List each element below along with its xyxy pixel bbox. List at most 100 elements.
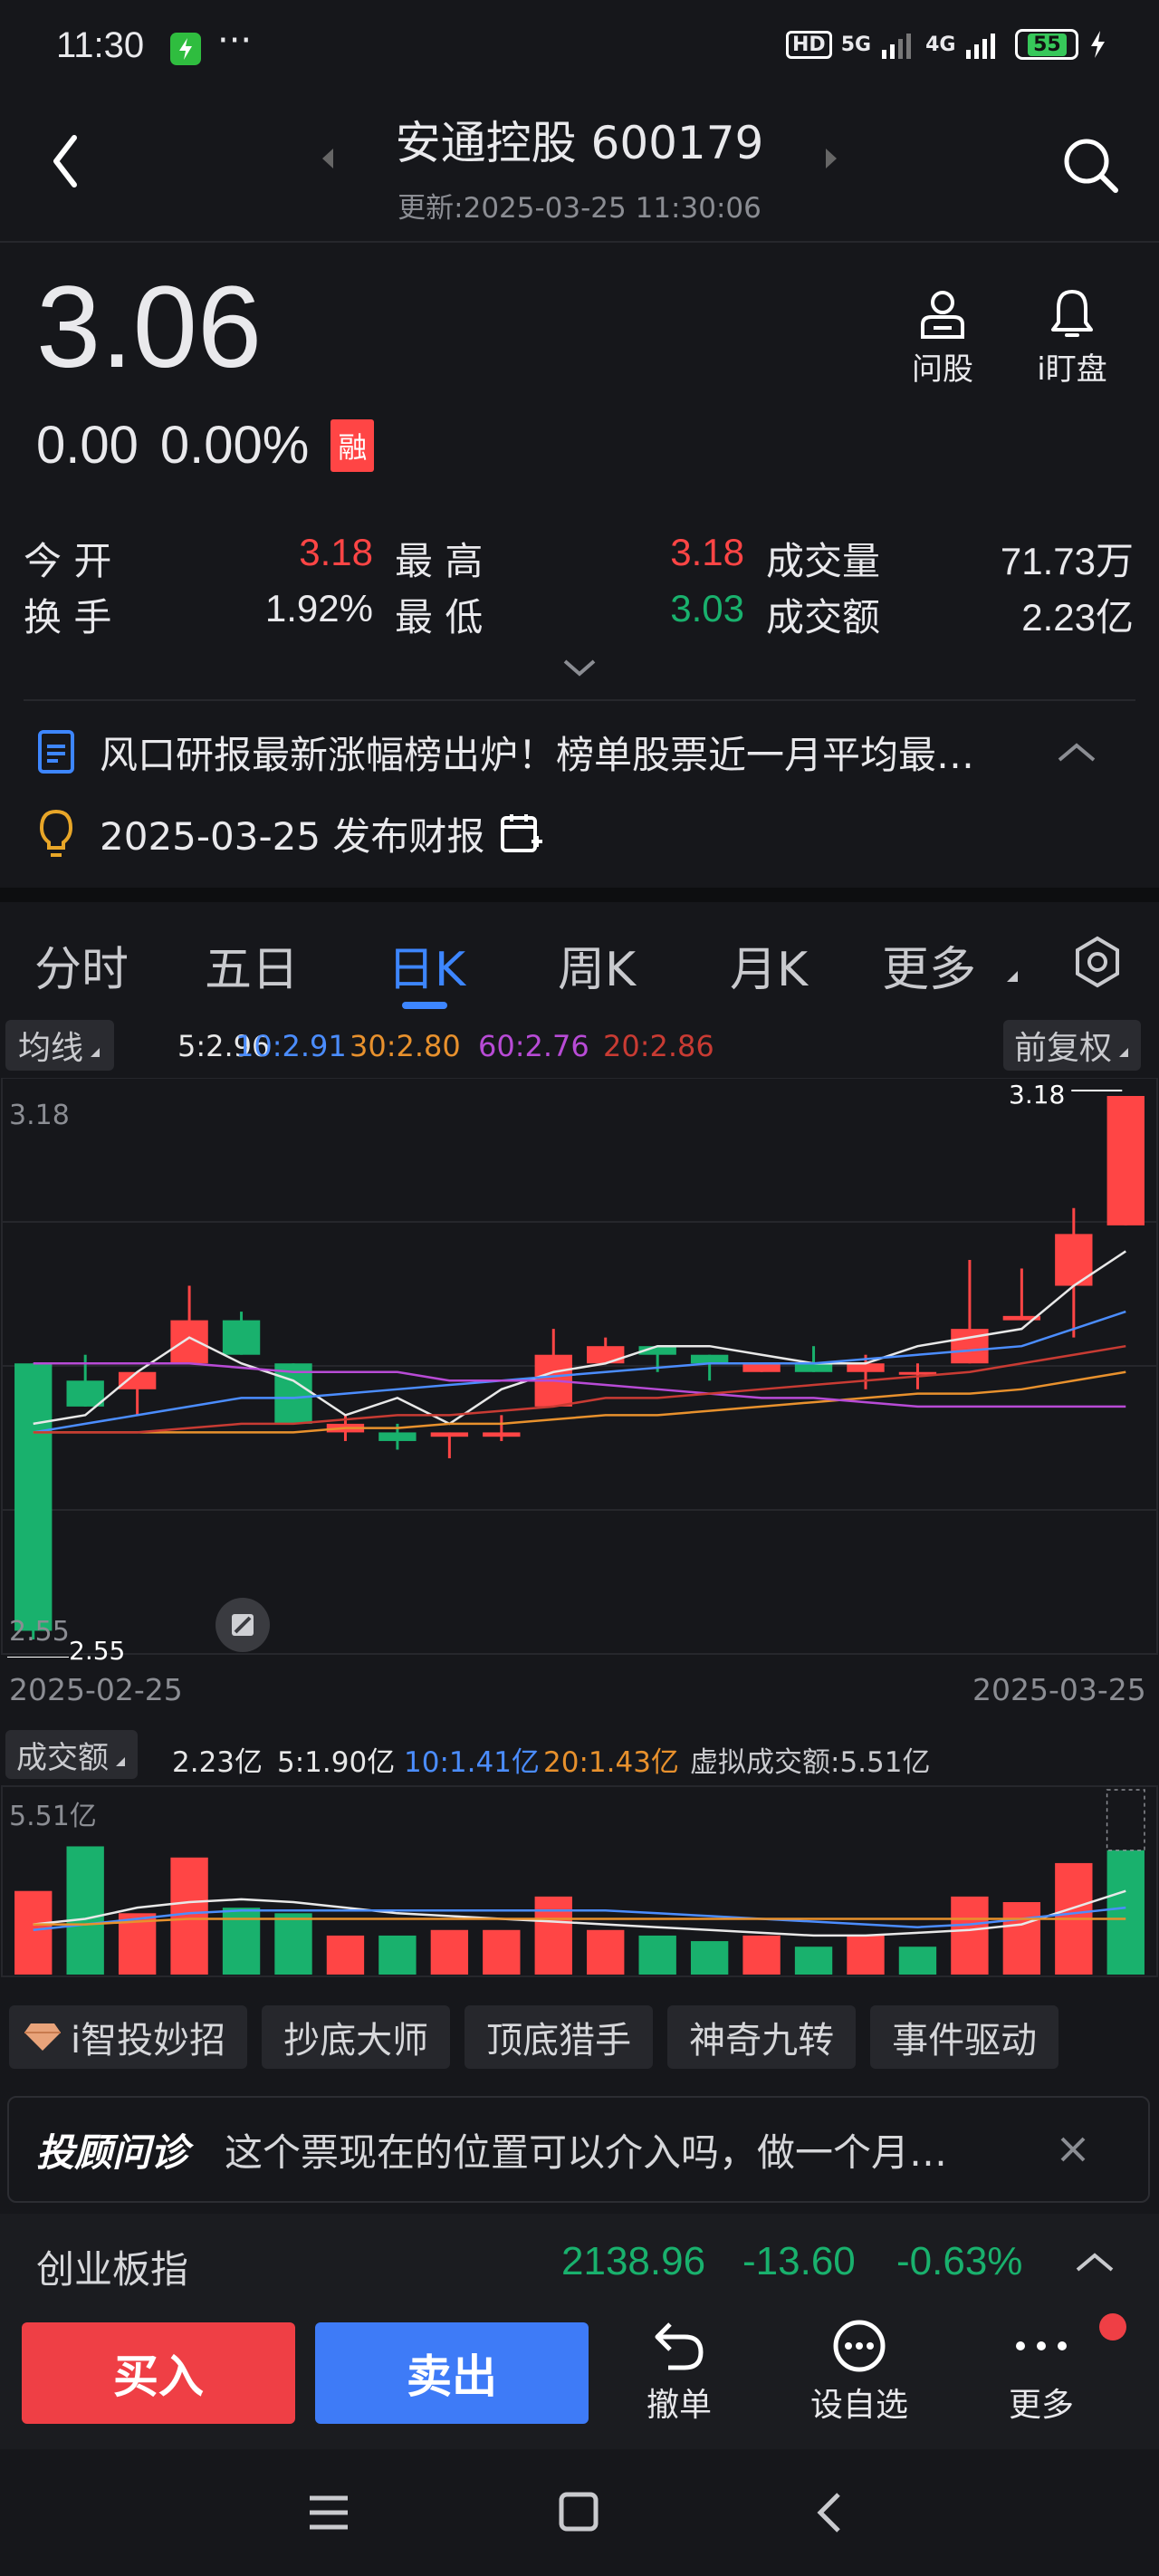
sell-button[interactable]: 卖出 <box>315 2322 589 2424</box>
x-start-label: 2025-02-25 <box>9 1672 183 1707</box>
candle-body <box>378 1432 417 1441</box>
volume-max-label: 5.51亿 <box>9 1801 97 1832</box>
watch-disk-button[interactable]: i盯盘 <box>1027 286 1117 389</box>
ma-bar: 均线 5:2.96 10:2.91 30:2.80 60:2.76 20:2.8… <box>0 1020 1159 1074</box>
tab-weekly-k[interactable]: 周K <box>558 931 636 999</box>
add-calendar-icon[interactable] <box>499 811 544 856</box>
tab-five-day[interactable]: 五日 <box>205 931 299 999</box>
cancel-order-button[interactable]: 撤单 <box>625 2319 733 2426</box>
adjust-label: 前复权 <box>1014 1030 1113 1067</box>
tab-intraday[interactable]: 分时 <box>34 931 129 999</box>
signal-icon-2 <box>966 34 996 59</box>
collapse-news-icon[interactable] <box>1054 738 1099 765</box>
virtual-volume-bar <box>1106 1789 1145 1851</box>
menu-icon[interactable] <box>308 2494 350 2531</box>
volume-info-bar: 成交额 2.23亿 5:1.90亿 10:1.41亿 20:1.43亿 虚拟成交… <box>0 1730 1159 1781</box>
event-text: 2025-03-25 发布财报 <box>100 813 485 859</box>
event-row[interactable]: 2025-03-25 发布财报 <box>34 804 544 862</box>
x-end-label: 2025-03-25 <box>972 1672 1146 1707</box>
tool-chip-event[interactable]: 事件驱动 <box>870 2005 1059 2069</box>
volume-indicator-label: 成交额 <box>16 1739 109 1776</box>
open-value: 3.18 <box>299 531 373 573</box>
volume-bar <box>951 1896 989 1975</box>
tool-chip-smart[interactable]: i智投妙招 <box>9 2005 248 2069</box>
expand-stats-icon[interactable] <box>561 656 598 679</box>
volume-bar <box>14 1890 53 1975</box>
volume-bar <box>274 1913 312 1975</box>
volume-chart[interactable] <box>0 1784 1159 1978</box>
candle-body <box>951 1329 989 1364</box>
tab-daily-k[interactable]: 日K <box>388 931 465 999</box>
volume-ma20: 20:1.43亿 <box>543 1746 679 1779</box>
ma60-line <box>33 1361 1126 1408</box>
adjust-selector[interactable]: 前复权 <box>1003 1020 1142 1071</box>
update-time: 更新:2025-03-25 11:30:06 <box>398 192 761 225</box>
ask-stock-button[interactable]: 问股 <box>902 286 983 389</box>
turnover-value: 1.92% <box>264 587 373 630</box>
next-stock-icon[interactable] <box>822 145 840 172</box>
index-row[interactable]: 创业板指 2138.96 -13.60 -0.63% <box>0 2214 1159 2313</box>
volume-bar <box>1002 1902 1041 1975</box>
tab-monthly-k[interactable]: 月K <box>730 931 808 999</box>
search-icon[interactable] <box>1061 136 1121 196</box>
margin-badge: 融 <box>330 418 375 472</box>
more-actions-label: 更多 <box>1008 2387 1074 2424</box>
advisor-logo: 投顾问诊 <box>36 2129 189 2175</box>
candle-body <box>66 1380 104 1407</box>
hd-icon: HD <box>786 30 832 59</box>
draw-tool-button[interactable] <box>216 1598 270 1652</box>
diamond-icon <box>24 2023 61 2051</box>
buy-button[interactable]: 买入 <box>22 2322 295 2424</box>
tool-chip-nine[interactable]: 神奇九转 <box>667 2005 857 2069</box>
candle-body <box>430 1432 469 1437</box>
volume-ma10: 10:1.41亿 <box>404 1746 540 1779</box>
volume-bar <box>898 1946 937 1975</box>
ma60-value: 60:2.76 <box>478 1029 589 1063</box>
back-nav-icon[interactable] <box>813 2491 846 2534</box>
stats-divider <box>24 699 1135 701</box>
ma10-value: 10:2.91 <box>235 1029 347 1063</box>
candle-body <box>483 1432 521 1437</box>
volume-bar <box>170 1857 208 1975</box>
more-actions-button[interactable]: 更多 <box>987 2319 1096 2426</box>
candle-body <box>794 1363 833 1372</box>
chart-settings-icon[interactable] <box>1070 935 1125 989</box>
advisor-text: 这个票现在的位置可以介入吗，做一个月… <box>225 2129 948 2175</box>
amount-label: 成交额 <box>766 595 881 639</box>
watch-disk-label: i盯盘 <box>1037 351 1107 388</box>
expand-index-icon[interactable] <box>1074 2250 1116 2275</box>
status-more-dots: ··· <box>217 20 253 62</box>
advisor-banner[interactable]: 投顾问诊 这个票现在的位置可以介入吗，做一个月… <box>7 2096 1150 2203</box>
volume-value: 71.73万 <box>1000 540 1134 582</box>
lightbulb-icon <box>39 809 73 857</box>
volume-bar <box>378 1935 417 1975</box>
back-icon[interactable] <box>49 132 81 190</box>
user-question-icon <box>921 291 964 339</box>
charging-bolt-icon <box>1091 31 1106 58</box>
ma-selector[interactable]: 均线 <box>5 1020 115 1071</box>
close-icon[interactable] <box>1058 2134 1088 2165</box>
dropdown-triangle-icon <box>91 1048 101 1057</box>
prev-stock-icon[interactable] <box>319 145 337 172</box>
volume-ma5: 5:1.90亿 <box>277 1746 396 1779</box>
add-watchlist-button[interactable]: 设自选 <box>800 2319 918 2426</box>
notification-dot <box>1099 2313 1126 2341</box>
volume-indicator-selector[interactable]: 成交额 <box>5 1730 138 1779</box>
kline-chart[interactable] <box>0 1078 1159 1658</box>
volume-bar <box>326 1935 365 1975</box>
tab-more[interactable]: 更多 <box>882 931 976 999</box>
news-headline: 风口研报最新涨幅榜出炉！榜单股票近一月平均最… <box>100 732 975 777</box>
index-change: -13.60 <box>742 2239 856 2283</box>
net-4g-label: 4G <box>925 33 956 56</box>
tool-chip-hunter[interactable]: 顶底猎手 <box>465 2005 654 2069</box>
volume-bar <box>690 1941 729 1975</box>
news-row[interactable]: 风口研报最新涨幅榜出炉！榜单股票近一月平均最… <box>34 723 1125 781</box>
candle-body <box>14 1363 53 1631</box>
home-icon[interactable] <box>558 2491 599 2533</box>
status-icons: HD 5G 4G 55 <box>786 29 1107 60</box>
tool-chip-bottom[interactable]: 抄底大师 <box>262 2005 451 2069</box>
chart-tabs: 分时 五日 日K 周K 月K 更多 <box>0 920 1159 1011</box>
tool-chips: i智投妙招 抄底大师 顶底猎手 神奇九转 事件驱动 <box>9 2005 1059 2069</box>
battery-icon: 55 <box>1015 29 1079 60</box>
volume-bar <box>587 1929 625 1975</box>
